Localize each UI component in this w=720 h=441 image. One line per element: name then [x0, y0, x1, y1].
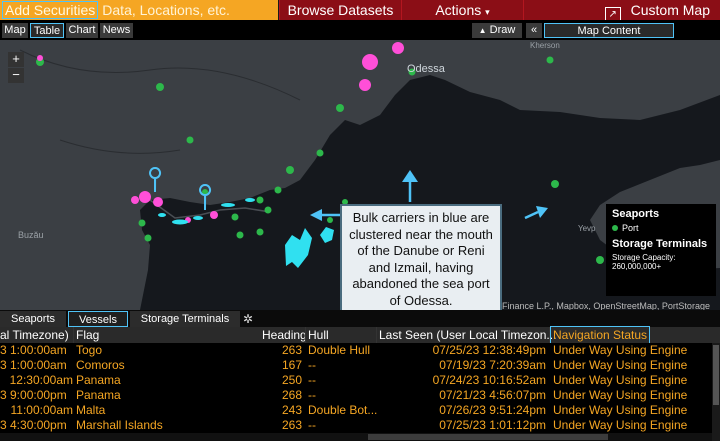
cell-navigation-status: Under Way Using Engine: [553, 358, 688, 372]
cell-heading: 167: [281, 358, 302, 372]
cell-last-seen: 07/24/23 10:16:52am: [432, 373, 546, 387]
port-dot-icon: [612, 225, 618, 231]
cell-timezone: 3 1:00:00am: [0, 358, 67, 372]
table-row[interactable]: 3 4:30:00pm Marshall Islands 263 -- 07/2…: [0, 418, 712, 433]
table-row[interactable]: 3 1:00:00am Comoros 167 -- 07/19/23 7:20…: [0, 358, 712, 373]
custom-map-label: Custom Map: [630, 2, 710, 18]
map-legend: Seaports Port Storage Terminals Storage …: [606, 204, 716, 296]
place-label-buzau: Buzău: [18, 230, 44, 240]
tab-chart[interactable]: Chart: [66, 23, 98, 38]
cell-heading: 263: [281, 418, 302, 432]
security-search-input[interactable]: Add Securities Data, Locations, etc.: [0, 0, 278, 20]
cell-last-seen: 07/25/23 1:01:12pm: [439, 418, 546, 432]
cell-timezone: 3 4:30:00pm: [0, 418, 67, 432]
browse-datasets-label: Browse Datasets: [287, 2, 394, 18]
horizontal-scrollbar[interactable]: [0, 433, 712, 441]
tab-storage-terminals[interactable]: Storage Terminals: [130, 311, 240, 327]
search-placeholder-text: Data, Locations, etc.: [102, 2, 230, 18]
custom-map-button[interactable]: ↗ Custom Map: [523, 0, 720, 23]
gear-icon[interactable]: ✲: [243, 311, 253, 327]
cell-last-seen: 07/19/23 7:20:39am: [439, 358, 546, 372]
actions-label: Actions: [435, 2, 482, 18]
vessels-table-body: 3 1:00:00am Togo 263 Double Hull 07/25/2…: [0, 343, 720, 433]
tab-seaports[interactable]: Seaports: [0, 311, 66, 327]
cell-hull: Double Bot...: [308, 403, 378, 417]
place-label-yevp: Yevp: [578, 224, 596, 233]
tab-map[interactable]: Map: [2, 23, 28, 38]
cell-heading: 243: [281, 403, 302, 417]
legend-storage-title: Storage Terminals: [612, 238, 708, 250]
draw-button[interactable]: ▲ Draw: [472, 23, 522, 38]
legend-port-row: Port: [612, 223, 710, 233]
legend-capacity-value: 260,000,000+: [612, 262, 662, 271]
map-content-button[interactable]: Map Content: [544, 23, 674, 38]
table-row[interactable]: 3 1:00:00am Togo 263 Double Hull 07/25/2…: [0, 343, 712, 358]
cell-last-seen: 07/25/23 12:38:49pm: [432, 343, 546, 357]
col-header-last-seen[interactable]: Last Seen (User Local Timezon...: [379, 327, 556, 343]
col-header-navigation-status[interactable]: Navigation Status: [550, 326, 651, 344]
col-header-flag[interactable]: Flag: [76, 327, 99, 343]
cell-heading: 250: [281, 373, 302, 387]
cell-hull: --: [308, 373, 316, 387]
place-label-kherson: Kherson: [530, 41, 560, 50]
cell-flag: Togo: [76, 343, 103, 357]
col-header-heading[interactable]: Heading: [262, 327, 307, 343]
tab-vessels[interactable]: Vessels: [68, 311, 128, 327]
zoom-in-button[interactable]: +: [8, 52, 24, 67]
draw-label: Draw: [489, 24, 516, 36]
legend-seaports-title: Seaports: [612, 208, 660, 220]
cell-timezone: 12:30:00am: [9, 373, 73, 387]
table-row[interactable]: 3 9:00:00pm Panama 268 -- 07/21/23 4:56:…: [0, 388, 712, 403]
cell-last-seen: 07/21/23 4:56:07pm: [439, 388, 546, 402]
cell-timezone: 3 1:00:00am: [0, 343, 67, 357]
legend-capacity-label: Storage Capacity:: [612, 253, 676, 262]
cell-navigation-status: Under Way Using Engine: [553, 388, 688, 402]
collapse-panel-button[interactable]: «: [526, 23, 542, 38]
draw-icon: ▲: [478, 26, 487, 35]
cell-hull: --: [308, 358, 316, 372]
table-row[interactable]: 12:30:00am Panama 250 -- 07/24/23 10:16:…: [0, 373, 712, 388]
cell-heading: 263: [281, 343, 302, 357]
table-header: al Timezone) Flag Heading Hull Last Seen…: [0, 326, 720, 344]
city-label-odessa: Odessa: [407, 63, 446, 75]
browse-datasets-button[interactable]: Browse Datasets: [279, 0, 401, 20]
cell-flag: Malta: [76, 403, 106, 417]
cell-flag: Marshall Islands: [76, 418, 163, 432]
cell-timezone: 11:00:00am: [10, 403, 74, 417]
double-chevron-left-icon: «: [530, 24, 538, 36]
cell-navigation-status: Under Way Using Engine: [553, 418, 688, 432]
col-header-hull[interactable]: Hull: [308, 327, 329, 343]
cell-hull: --: [308, 388, 316, 402]
cell-flag: Panama: [76, 373, 121, 387]
cell-flag: Comoros: [76, 358, 125, 372]
vertical-scrollbar[interactable]: [712, 343, 720, 441]
col-header-timezone[interactable]: al Timezone): [0, 327, 69, 343]
cell-navigation-status: Under Way Using Engine: [553, 343, 688, 357]
vertical-scroll-thumb[interactable]: [713, 345, 719, 405]
actions-button[interactable]: Actions ▾: [401, 0, 523, 20]
search-highlight-text: Add Securities: [2, 1, 99, 19]
tab-table[interactable]: Table: [30, 23, 64, 38]
caret-down-icon: ▾: [485, 7, 490, 17]
table-row[interactable]: 11:00:00am Malta 243 Double Bot... 07/26…: [0, 403, 712, 418]
legend-port-label: Port: [622, 223, 639, 233]
horizontal-scroll-thumb[interactable]: [368, 434, 608, 440]
cell-hull: Double Hull: [308, 343, 371, 357]
cell-heading: 268: [281, 388, 302, 402]
zoom-out-button[interactable]: −: [8, 68, 24, 83]
cell-last-seen: 07/26/23 9:51:24pm: [439, 403, 546, 417]
cell-flag: Panama: [76, 388, 121, 402]
cell-timezone: 3 9:00:00pm: [0, 388, 67, 402]
cell-navigation-status: Under Way Using Engine: [553, 403, 688, 417]
tab-news[interactable]: News: [100, 23, 133, 38]
cell-hull: --: [308, 418, 316, 432]
cell-navigation-status: Under Way Using Engine: [553, 373, 688, 387]
annotation-callout: Bulk carriers in blue are clustered near…: [340, 204, 502, 314]
